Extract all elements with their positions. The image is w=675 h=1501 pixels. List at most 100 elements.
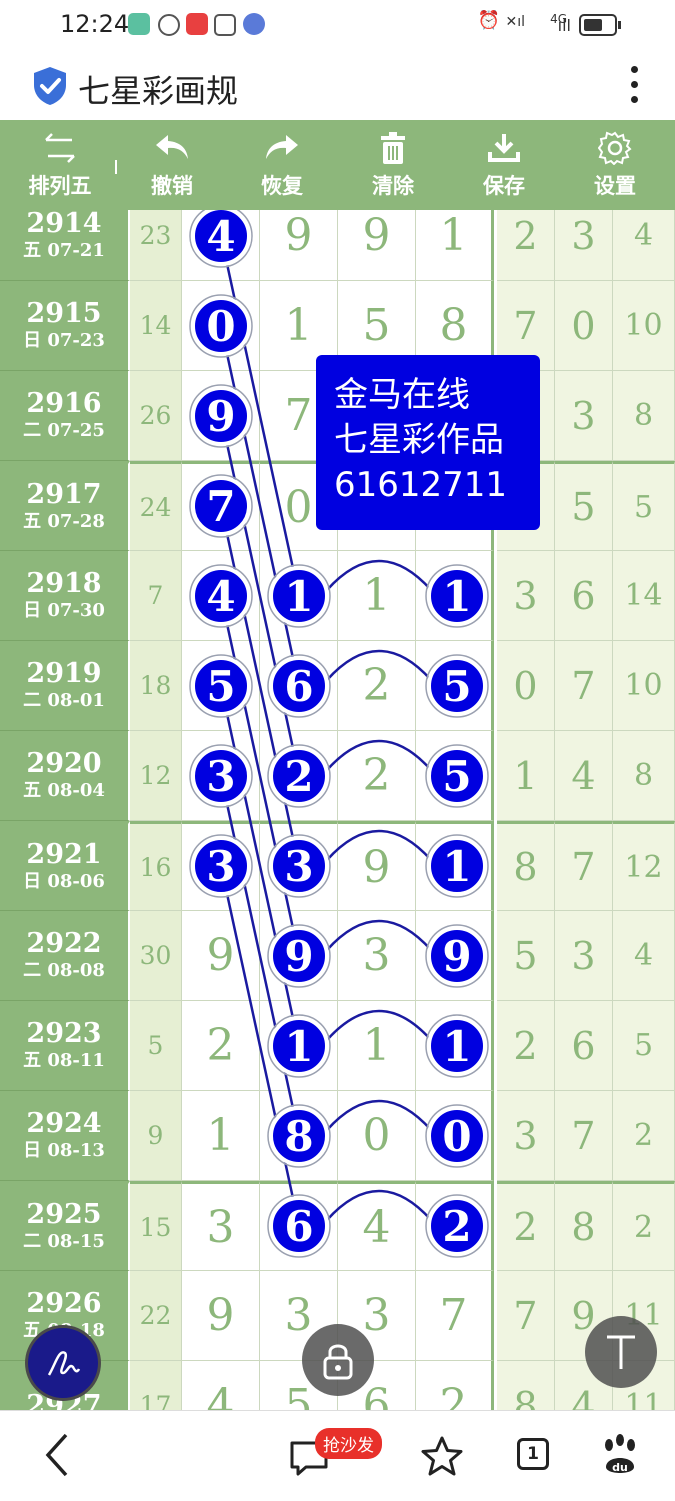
number-ball[interactable]: 0 (189, 294, 253, 358)
undo-label: 撤销 (151, 174, 193, 198)
number-ball[interactable]: 5 (425, 744, 489, 808)
tab-count-button[interactable]: 1 (517, 1438, 549, 1470)
music-notification-icon (243, 13, 265, 35)
lock-button[interactable] (302, 1324, 374, 1396)
ball-number: 3 (206, 752, 235, 801)
hand-notification-icon (214, 14, 236, 36)
number-ball[interactable]: 9 (189, 384, 253, 448)
redo-icon (242, 128, 322, 168)
pen-icon (47, 1351, 81, 1376)
clear-button[interactable]: 清除 (353, 128, 433, 200)
ball-number: 9 (284, 932, 313, 981)
number-ball[interactable]: 5 (425, 654, 489, 718)
number-ball[interactable]: 5 (189, 654, 253, 718)
number-ball[interactable]: 7 (189, 474, 253, 538)
watermark-line-1: 金马在线 (334, 375, 470, 415)
number-ball[interactable]: 6 (267, 654, 331, 718)
ball-number: 8 (284, 1112, 313, 1161)
number-ball[interactable]: 2 (267, 744, 331, 808)
pen-tool-button[interactable] (28, 1328, 98, 1398)
connector-arc (326, 559, 432, 591)
baidu-paw-icon[interactable]: du (600, 1433, 640, 1477)
number-ball[interactable]: 4 (189, 564, 253, 628)
title-bar: 七星彩画规 (0, 50, 675, 120)
ball-number: 1 (442, 842, 471, 891)
text-icon (607, 1335, 635, 1369)
lock-icon (323, 1344, 353, 1380)
more-menu-button[interactable] (631, 66, 639, 106)
ball-number: 0 (442, 1112, 471, 1161)
connector-arc (326, 649, 432, 681)
ball-number: 5 (442, 662, 471, 711)
settings-button[interactable]: 设置 (575, 128, 655, 200)
ball-number: 7 (206, 482, 235, 531)
battery-icon (579, 14, 621, 36)
number-ball[interactable]: 8 (267, 1104, 331, 1168)
number-ball[interactable]: 3 (267, 834, 331, 898)
watermark-line-2: 七星彩作品 (334, 420, 504, 460)
trash-icon (353, 128, 433, 168)
number-ball[interactable]: 2 (425, 1194, 489, 1258)
ball-number: 3 (206, 842, 235, 891)
save-label: 保存 (483, 174, 525, 198)
alarm-icon: ⏰ (477, 10, 500, 31)
number-ball[interactable]: 9 (267, 924, 331, 988)
connector-arc (326, 739, 432, 771)
ball-number: 4 (206, 212, 235, 261)
watermark-line-3: 61612711 (334, 465, 508, 505)
number-ball[interactable]: 9 (425, 924, 489, 988)
clock: 12:24 (60, 10, 130, 38)
number-ball[interactable]: 3 (189, 744, 253, 808)
number-ball[interactable]: 1 (267, 1014, 331, 1078)
settings-notification-icon (158, 14, 180, 36)
signal-icon: ıll (557, 16, 571, 35)
swap-arrows-icon (20, 128, 100, 168)
ball-number: 6 (284, 1202, 313, 1251)
ball-number: 4 (206, 572, 235, 621)
connector-arc (326, 1009, 432, 1041)
ball-number: 1 (442, 1022, 471, 1071)
ball-number: 6 (284, 662, 313, 711)
redo-button[interactable]: 恢复 (242, 128, 322, 200)
number-ball[interactable]: 3 (189, 834, 253, 898)
number-ball[interactable]: 1 (425, 834, 489, 898)
ball-number: 5 (442, 752, 471, 801)
arrange-button[interactable]: 排列五 (20, 128, 100, 200)
back-icon[interactable] (42, 1431, 72, 1479)
svg-text:du: du (612, 1461, 628, 1474)
arrange-label: 排列五 (28, 174, 92, 198)
star-icon[interactable] (420, 1435, 464, 1479)
page-title: 七星彩画规 (78, 72, 239, 110)
number-ball[interactable]: 6 (267, 1194, 331, 1258)
clear-label: 清除 (372, 174, 414, 198)
watermark-box: 金马在线 七星彩作品 61612711 (316, 355, 540, 530)
undo-icon (132, 128, 212, 168)
connector-arc (326, 829, 432, 861)
number-ball[interactable]: 1 (425, 564, 489, 628)
settings-label: 设置 (594, 174, 636, 198)
text-tool-button[interactable] (585, 1316, 657, 1388)
app-notification-icon (128, 13, 150, 35)
gear-icon (575, 128, 655, 168)
ball-number: 1 (442, 572, 471, 621)
save-button[interactable]: 保存 (464, 128, 544, 200)
number-ball[interactable]: 1 (267, 564, 331, 628)
shield-icon (34, 67, 66, 105)
redo-label: 恢复 (261, 174, 303, 198)
comment-badge: 抢沙发 (315, 1428, 382, 1459)
connector-arc (326, 1099, 432, 1131)
number-ball[interactable]: 1 (425, 1014, 489, 1078)
number-ball[interactable]: 4 (189, 210, 253, 268)
undo-button[interactable]: 撤销 (132, 128, 212, 200)
mail-notification-icon (186, 13, 208, 35)
ball-number: 0 (206, 302, 235, 351)
drawing-toolbar: 排列五 撤销 恢复 清除 保存 设置 (0, 120, 675, 210)
ball-number: 5 (206, 662, 235, 711)
ball-number: 9 (442, 932, 471, 981)
download-icon (464, 128, 544, 168)
ball-number: 9 (206, 392, 235, 441)
connector-arc (326, 919, 432, 951)
number-ball[interactable]: 0 (425, 1104, 489, 1168)
ball-number: 1 (284, 572, 313, 621)
ball-number: 3 (284, 842, 313, 891)
